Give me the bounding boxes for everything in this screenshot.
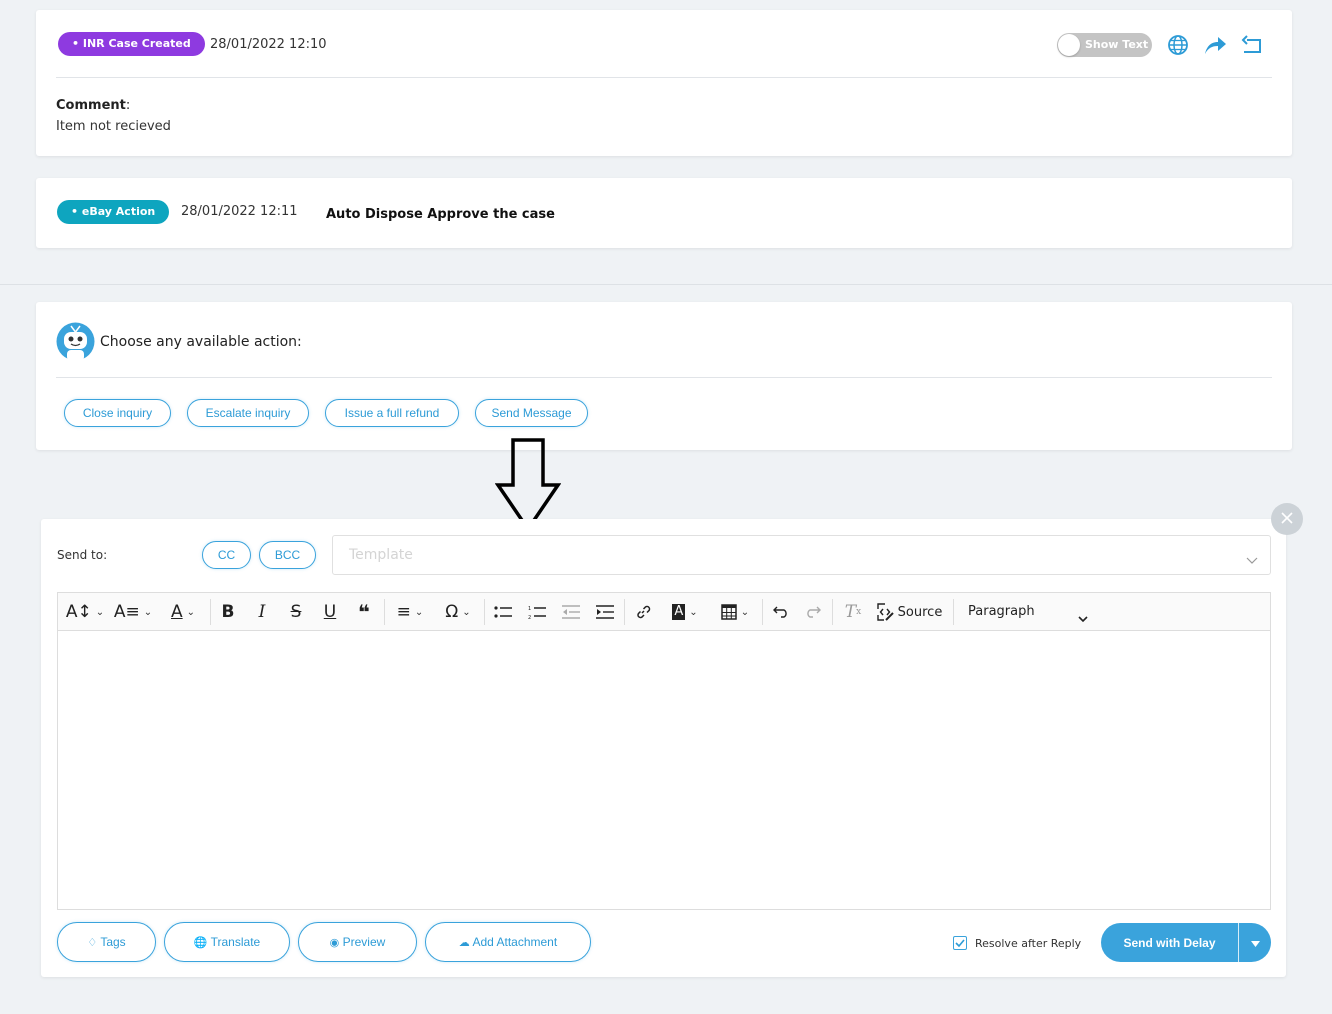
timeline-card-ebay: • eBay Action 28/01/2022 12:11 Auto Disp… bbox=[36, 178, 1292, 248]
editor-toolbar: A↕ ⌄ A≡ ⌄ A ⌄ B I S U ❝ ≡ ⌄ Ω ⌄ 12 A ⌄ ⌄… bbox=[58, 593, 1270, 631]
bot-actions-card: Choose any available action: Close inqui… bbox=[36, 302, 1292, 450]
special-characters-icon[interactable]: Ω ⌄ bbox=[438, 593, 478, 631]
preview-label: Preview bbox=[342, 935, 386, 949]
forward-icon[interactable] bbox=[1203, 34, 1227, 56]
background-color-icon[interactable]: A ⌄ bbox=[664, 593, 706, 631]
italic-icon[interactable]: I bbox=[250, 593, 274, 631]
translate-label: Translate bbox=[210, 935, 261, 949]
close-inquiry-button[interactable]: Close inquiry bbox=[64, 399, 171, 427]
template-select[interactable]: Template bbox=[332, 535, 1271, 575]
svg-text:2: 2 bbox=[528, 615, 531, 619]
bcc-button[interactable]: BCC bbox=[259, 541, 316, 569]
escalate-inquiry-button[interactable]: Escalate inquiry bbox=[187, 399, 309, 427]
divider bbox=[56, 377, 1272, 378]
tags-label: Tags bbox=[100, 935, 126, 949]
issue-full-refund-button[interactable]: Issue a full refund bbox=[325, 399, 459, 427]
divider bbox=[56, 77, 1272, 78]
return-icon[interactable] bbox=[1241, 34, 1263, 56]
resolve-after-reply-checkbox[interactable]: Resolve after Reply bbox=[953, 936, 1081, 950]
tags-button[interactable]: ♢ Tags bbox=[57, 922, 156, 962]
close-composer-button[interactable] bbox=[1271, 503, 1303, 535]
ebay-timestamp: 28/01/2022 12:11 bbox=[181, 204, 298, 219]
toolbar-separator bbox=[384, 599, 385, 625]
underline-icon[interactable]: U bbox=[318, 593, 342, 631]
font-family-icon[interactable]: A≡ ⌄ bbox=[112, 593, 154, 631]
bold-icon[interactable]: B bbox=[216, 593, 240, 631]
preview-button[interactable]: ◉ Preview bbox=[298, 922, 417, 962]
chevron-down-icon bbox=[1246, 550, 1258, 569]
add-attachment-button[interactable]: ☁ Add Attachment bbox=[425, 922, 591, 962]
eye-icon: ◉ bbox=[329, 937, 340, 949]
globe-icon: 🌐 bbox=[193, 937, 208, 949]
cloud-upload-icon: ☁ bbox=[458, 937, 470, 949]
globe-icon[interactable] bbox=[1167, 34, 1189, 56]
template-placeholder: Template bbox=[349, 547, 413, 563]
inr-case-badge: • INR Case Created bbox=[58, 32, 205, 56]
bot-prompt: Choose any available action: bbox=[100, 334, 302, 350]
inr-timestamp: 28/01/2022 12:10 bbox=[210, 37, 327, 52]
table-icon[interactable]: ⌄ bbox=[714, 593, 756, 631]
send-with-delay-button[interactable]: Send with Delay bbox=[1101, 923, 1238, 962]
comment-text: Item not recieved bbox=[56, 119, 171, 134]
toolbar-separator bbox=[953, 599, 954, 625]
svg-text:1: 1 bbox=[528, 606, 531, 612]
tag-icon: ♢ bbox=[87, 937, 98, 949]
toolbar-separator bbox=[832, 599, 833, 625]
toolbar-separator bbox=[762, 599, 763, 625]
comment-label: Comment: bbox=[56, 98, 131, 113]
chevron-down-icon bbox=[1078, 608, 1088, 627]
strikethrough-icon[interactable]: S bbox=[284, 593, 308, 631]
down-arrow-annotation-icon bbox=[494, 438, 562, 533]
ebay-action-badge: • eBay Action bbox=[57, 200, 170, 224]
undo-icon[interactable] bbox=[768, 593, 794, 631]
font-size-icon[interactable]: A↕ ⌄ bbox=[64, 593, 106, 631]
toolbar-separator bbox=[210, 599, 211, 625]
section-divider bbox=[0, 284, 1332, 285]
send-options-dropdown[interactable] bbox=[1239, 923, 1271, 962]
bot-avatar-icon bbox=[56, 322, 95, 361]
send-message-button[interactable]: Send Message bbox=[475, 399, 588, 427]
source-label: Source bbox=[897, 604, 943, 620]
toggle-label: Show Text bbox=[1085, 38, 1149, 51]
add-attachment-label: Add Attachment bbox=[472, 935, 558, 949]
editor-content-area[interactable] bbox=[58, 631, 1270, 909]
redo-icon[interactable] bbox=[800, 593, 826, 631]
toolbar-separator bbox=[624, 599, 625, 625]
source-button[interactable]: Source bbox=[874, 593, 944, 631]
paragraph-format-select[interactable]: Paragraph bbox=[960, 593, 1100, 631]
link-icon[interactable] bbox=[630, 593, 656, 631]
resolve-label: Resolve after Reply bbox=[975, 936, 1082, 950]
toolbar-separator bbox=[484, 599, 485, 625]
caret-down-icon bbox=[1250, 941, 1260, 947]
blockquote-icon[interactable]: ❝ bbox=[352, 593, 376, 631]
paragraph-label: Paragraph bbox=[968, 604, 1035, 619]
toggle-knob bbox=[1058, 34, 1080, 56]
rich-text-editor: A↕ ⌄ A≡ ⌄ A ⌄ B I S U ❝ ≡ ⌄ Ω ⌄ 12 A ⌄ ⌄… bbox=[57, 592, 1271, 910]
cc-button[interactable]: CC bbox=[202, 541, 251, 569]
translate-button[interactable]: 🌐 Translate bbox=[164, 922, 290, 962]
send-to-label: Send to: bbox=[57, 548, 108, 562]
show-text-toggle[interactable]: Show Text bbox=[1057, 33, 1152, 57]
source-icon bbox=[876, 603, 894, 621]
reply-composer: Send to: CC BCC Template A↕ ⌄ A≡ ⌄ A ⌄ B I … bbox=[41, 519, 1286, 977]
font-color-icon[interactable]: A ⌄ bbox=[162, 593, 204, 631]
bullet-list-icon[interactable] bbox=[490, 593, 516, 631]
indent-icon[interactable] bbox=[592, 593, 618, 631]
outdent-icon[interactable] bbox=[558, 593, 584, 631]
ebay-action-description: Auto Dispose Approve the case bbox=[326, 207, 555, 222]
remove-format-icon[interactable]: Tx bbox=[840, 593, 866, 631]
checkbox-checked-icon bbox=[953, 936, 967, 950]
align-icon[interactable]: ≡ ⌄ bbox=[390, 593, 430, 631]
close-icon bbox=[1281, 511, 1293, 524]
numbered-list-icon[interactable]: 12 bbox=[524, 593, 550, 631]
timeline-card-inr: • INR Case Created 28/01/2022 12:10 Show… bbox=[36, 10, 1292, 156]
send-with-delay-split-button: Send with Delay bbox=[1101, 923, 1271, 962]
